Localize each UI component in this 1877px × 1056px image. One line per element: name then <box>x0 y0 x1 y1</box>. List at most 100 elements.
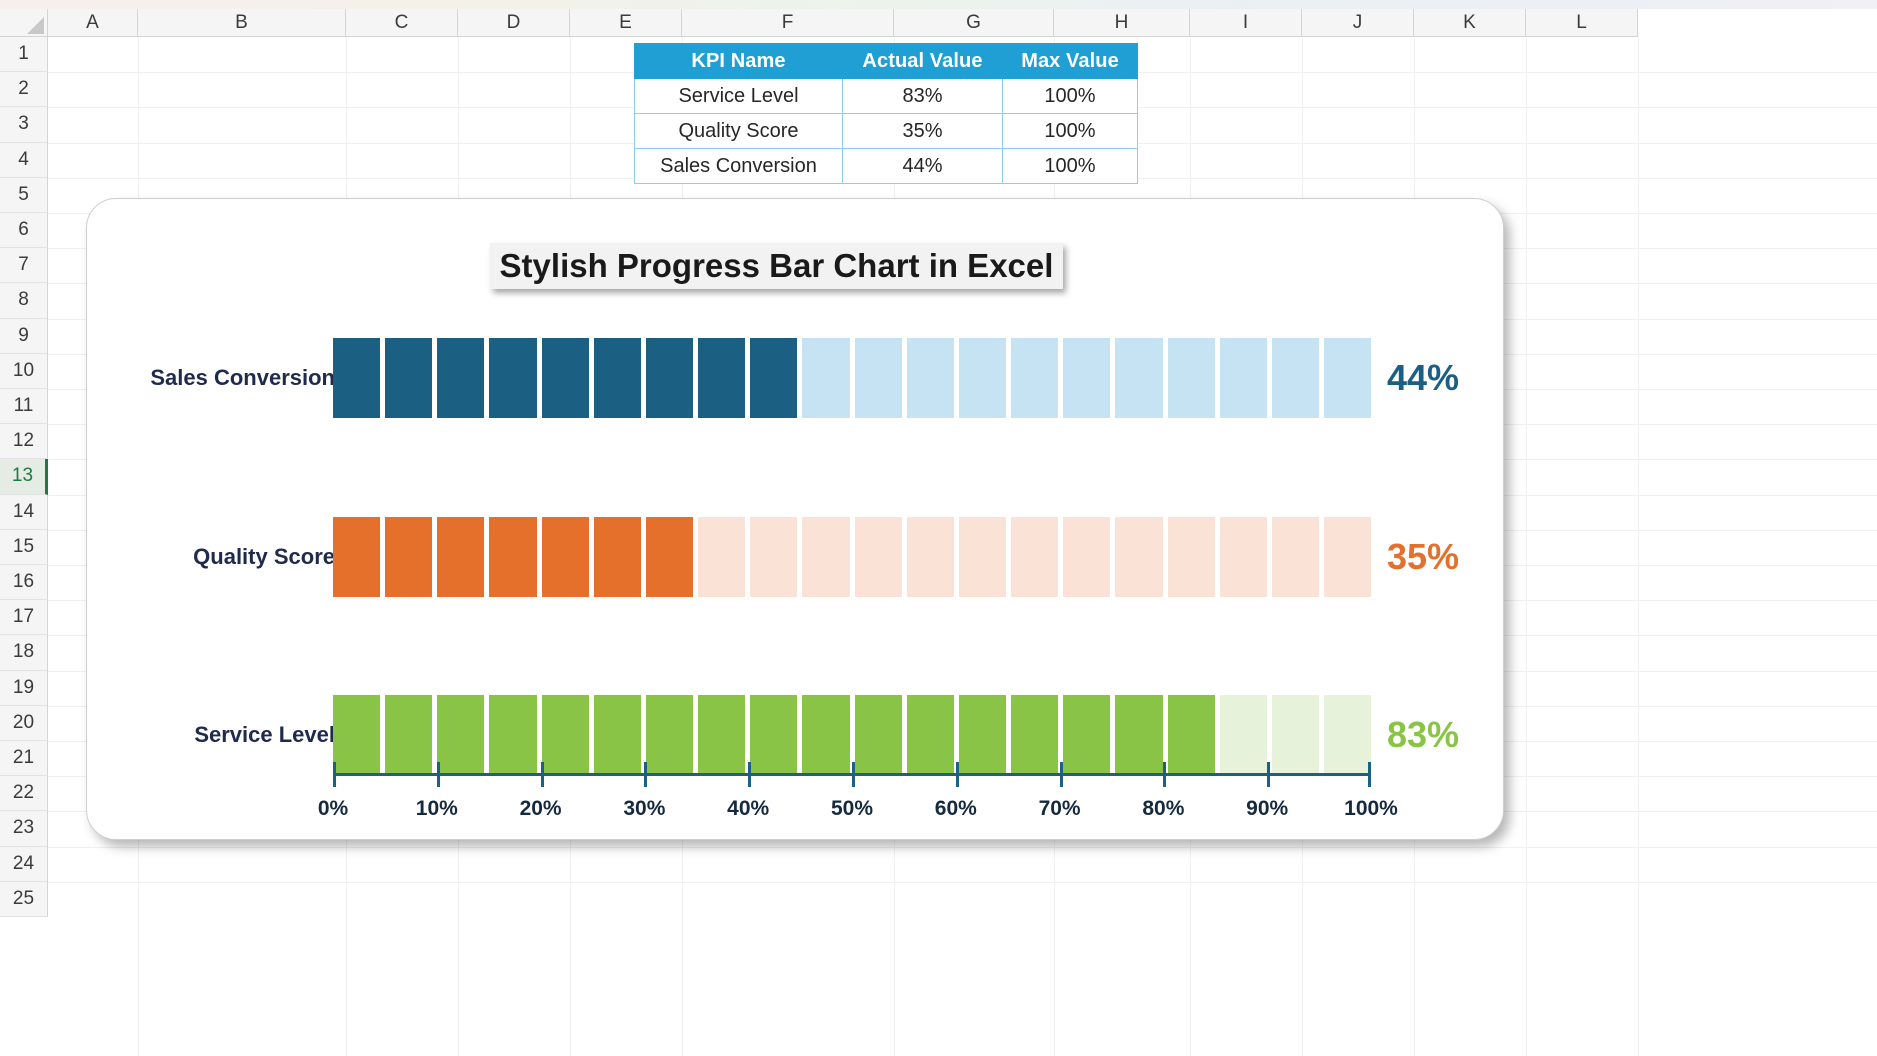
progress-segment-filled <box>541 517 589 597</box>
axis-tick-label: 20% <box>519 797 562 820</box>
progress-segment-empty <box>1323 517 1372 597</box>
axis-tick-label: 70% <box>1038 797 1081 820</box>
progress-segment-empty <box>906 338 954 418</box>
row-header-22[interactable]: 22 <box>0 776 48 812</box>
progress-segment-filled <box>437 517 485 597</box>
kpi-col-header-max: Max Value <box>1002 43 1138 79</box>
column-header-H[interactable]: H <box>1054 9 1190 37</box>
progress-segment-empty <box>854 517 902 597</box>
column-header-E[interactable]: E <box>570 9 682 37</box>
column-header-B[interactable]: B <box>138 9 346 37</box>
progress-segment-empty <box>1115 338 1163 418</box>
kpi-cell-max: 100% <box>1002 148 1138 184</box>
table-row[interactable]: Service Level 83% 100% <box>634 78 1138 114</box>
progress-segment-empty <box>1219 338 1267 418</box>
row-header-20[interactable]: 20 <box>0 705 48 741</box>
row-header-16[interactable]: 16 <box>0 565 48 601</box>
progress-bar-chart-card[interactable]: Stylish Progress Bar Chart in Excel Sale… <box>86 198 1504 840</box>
axis-tick <box>540 762 544 787</box>
row-header-2[interactable]: 2 <box>0 72 48 108</box>
bar-value-label: 44% <box>1387 357 1460 398</box>
kpi-cell-actual: 83% <box>842 78 1003 114</box>
row-header-9[interactable]: 9 <box>0 318 48 354</box>
axis-tick-label: 90% <box>1246 797 1289 820</box>
column-header-L[interactable]: L <box>1526 9 1638 37</box>
progress-segment-empty <box>1011 338 1059 418</box>
axis-tick-label: 40% <box>727 797 770 820</box>
row-header-4[interactable]: 4 <box>0 142 48 178</box>
kpi-cell-actual: 44% <box>842 148 1003 184</box>
axis-tick <box>852 762 855 787</box>
axis-tick <box>1368 762 1371 787</box>
axis-tick-label: 50% <box>830 797 874 820</box>
progress-segment-empty <box>698 517 746 597</box>
bar-value-label: 35% <box>1387 536 1460 577</box>
axis-tick-label: 30% <box>623 797 666 820</box>
axis-tick <box>436 762 440 787</box>
axis-tick-label: 10% <box>415 797 458 820</box>
row-header-17[interactable]: 17 <box>0 600 48 636</box>
row-header-1[interactable]: 1 <box>0 37 48 73</box>
grid-vline <box>1638 37 1639 1056</box>
select-all-triangle-icon <box>27 17 44 34</box>
axis-tick <box>955 762 959 787</box>
axis-tick <box>333 762 336 787</box>
axis-tick <box>1163 762 1167 787</box>
select-all-corner[interactable] <box>0 9 48 37</box>
row-header-6[interactable]: 6 <box>0 213 48 249</box>
table-row[interactable]: Sales Conversion 44% 100% <box>634 148 1138 184</box>
chart-x-axis: 0% 10% 20% 30% 40% 50% 60% 70% 80% 90% 100% <box>318 761 1398 831</box>
row-header-7[interactable]: 7 <box>0 248 48 284</box>
progress-bar-row: Sales Conversion 44% <box>87 338 1505 418</box>
row-header-15[interactable]: 15 <box>0 529 48 565</box>
progress-segment-filled <box>333 338 381 418</box>
row-header-5[interactable]: 5 <box>0 177 48 213</box>
column-header-F[interactable]: F <box>682 9 894 37</box>
progress-segment-filled <box>645 517 694 597</box>
row-header-23[interactable]: 23 <box>0 811 48 847</box>
progress-segment-empty <box>1323 338 1372 418</box>
column-header-C[interactable]: C <box>346 9 458 37</box>
row-header-8[interactable]: 8 <box>0 283 48 319</box>
row-header-13[interactable]: 13 <box>0 459 48 495</box>
kpi-cell-name: Quality Score <box>634 113 843 149</box>
grid-hline <box>48 881 1877 883</box>
axis-tick <box>644 762 648 787</box>
row-header-19[interactable]: 19 <box>0 670 48 706</box>
kpi-cell-name: Sales Conversion <box>634 148 843 184</box>
column-header-A[interactable]: A <box>48 9 138 37</box>
row-header-18[interactable]: 18 <box>0 635 48 671</box>
column-header-G[interactable]: G <box>894 9 1054 37</box>
axis-tick <box>1267 762 1271 787</box>
axis-tick-label: 100% <box>1344 797 1398 820</box>
axis-tick-label: 60% <box>934 797 977 820</box>
row-header-25[interactable]: 25 <box>0 881 48 917</box>
column-header-I[interactable]: I <box>1190 9 1302 37</box>
row-header-12[interactable]: 12 <box>0 424 48 460</box>
column-header-K[interactable]: K <box>1414 9 1526 37</box>
progress-segment-empty <box>906 517 954 597</box>
row-header-11[interactable]: 11 <box>0 389 48 425</box>
column-header-D[interactable]: D <box>458 9 570 37</box>
table-row[interactable]: Quality Score 35% 100% <box>634 113 1138 149</box>
row-header-21[interactable]: 21 <box>0 741 48 777</box>
row-header-3[interactable]: 3 <box>0 107 48 143</box>
row-header-24[interactable]: 24 <box>0 846 48 882</box>
kpi-cell-max: 100% <box>1002 113 1138 149</box>
axis-tick <box>748 762 752 787</box>
progress-segment-empty <box>958 517 1007 597</box>
progress-segment-filled <box>541 338 589 418</box>
progress-segment-empty <box>802 338 850 418</box>
progress-segment-empty <box>854 338 902 418</box>
progress-bar-row: Quality Score 35% <box>87 517 1505 597</box>
progress-segment-empty <box>1063 517 1111 597</box>
column-header-J[interactable]: J <box>1302 9 1414 37</box>
row-header-10[interactable]: 10 <box>0 353 48 389</box>
bar-category-label: Sales Conversion <box>150 365 335 390</box>
progress-segment-filled <box>593 338 641 418</box>
axis-tick-label: 80% <box>1142 797 1185 820</box>
kpi-data-table[interactable]: KPI Name Actual Value Max Value Service … <box>634 43 1138 184</box>
progress-bar-track <box>333 338 1372 418</box>
kpi-col-header-name: KPI Name <box>634 43 843 79</box>
row-header-14[interactable]: 14 <box>0 494 48 530</box>
